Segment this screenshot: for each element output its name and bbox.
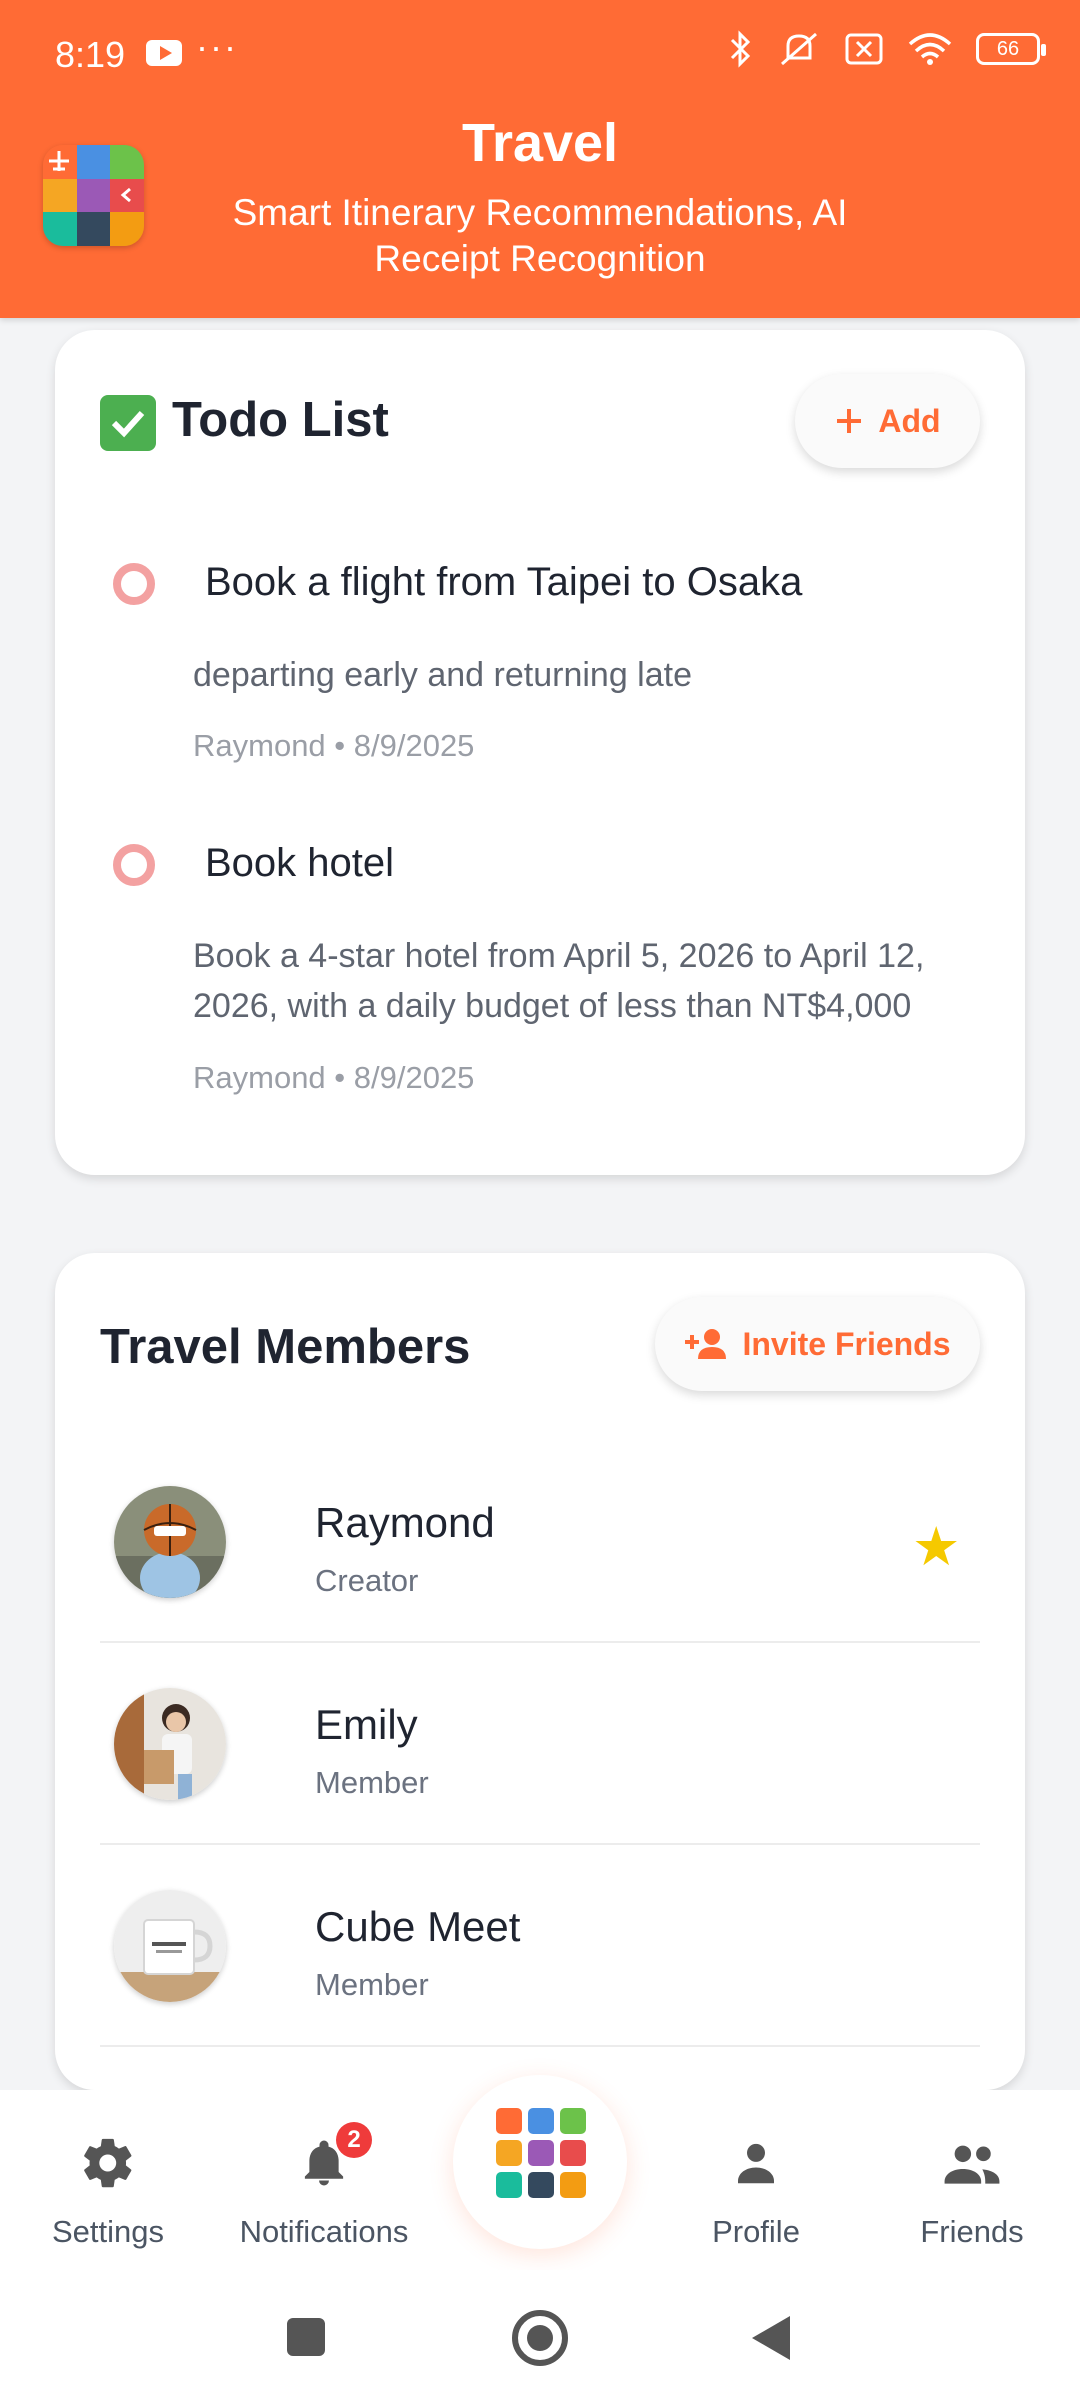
members-card-title: Travel Members — [100, 1320, 471, 1374]
app-header: 8:19 ··· 66 Travel Smart Itinerary Recom… — [0, 0, 1080, 318]
member-role: Member — [315, 1765, 429, 1800]
nav-profile-label: Profile — [712, 2214, 800, 2249]
system-nav-bar — [0, 2270, 1080, 2400]
todo-item-title: Book a flight from Taipei to Osaka — [205, 560, 803, 604]
member-role: Member — [315, 1967, 429, 2002]
add-todo-button[interactable]: Add — [795, 374, 980, 468]
nav-friends[interactable]: Friends — [864, 2090, 1080, 2270]
divider — [100, 2045, 980, 2047]
nav-settings[interactable]: Settings — [0, 2090, 216, 2270]
status-icons: 66 — [728, 30, 1046, 68]
more-notifications-icon: ··· — [196, 26, 238, 67]
todo-item-meta: Raymond • 8/9/2025 — [193, 1060, 475, 1095]
notification-badge: 2 — [336, 2122, 372, 2158]
nav-friends-label: Friends — [920, 2214, 1024, 2249]
avatar — [114, 1890, 226, 2002]
nav-notifications[interactable]: 2 Notifications — [216, 2090, 432, 2270]
battery-icon: 66 — [976, 33, 1046, 65]
check-icon — [100, 395, 156, 452]
add-todo-label: Add — [878, 402, 941, 439]
member-name: Raymond — [315, 1499, 495, 1546]
home-apps-button[interactable] — [453, 2075, 627, 2249]
nav-settings-label: Settings — [51, 2214, 164, 2249]
chevron-left-icon — [110, 178, 144, 213]
member-row[interactable]: Raymond Creator ★ — [100, 1453, 980, 1655]
home-button[interactable] — [512, 2310, 568, 2366]
bluetooth-icon — [730, 30, 751, 68]
member-role: Creator — [315, 1563, 419, 1598]
todo-checkbox[interactable] — [113, 844, 155, 886]
status-time: 8:19 — [55, 34, 126, 75]
todo-card-title: Todo List — [100, 392, 389, 452]
star-icon: ★ — [912, 1517, 961, 1577]
apps-grid-icon — [496, 2108, 586, 2198]
youtube-icon — [146, 40, 182, 66]
members-card: Travel Members Invite Friends Raymond Cr… — [55, 1253, 1025, 2090]
recent-apps-button[interactable] — [287, 2318, 325, 2356]
todo-item-title: Book hotel — [205, 841, 395, 885]
avatar — [114, 1486, 226, 1598]
todo-title-text: Todo List — [172, 393, 389, 447]
gear-icon — [84, 2138, 132, 2188]
status-bar: 8:19 ··· 66 — [0, 0, 1080, 110]
friends-icon — [944, 2145, 1000, 2184]
back-button[interactable] — [752, 2316, 790, 2360]
mute-icon — [781, 32, 817, 66]
invite-friends-label: Invite Friends — [742, 1325, 951, 1362]
todo-item-description: departing early and returning late — [193, 656, 692, 694]
invite-friends-button[interactable]: Invite Friends — [655, 1297, 980, 1391]
no-sim-icon — [845, 33, 883, 65]
member-name: Cube Meet — [315, 1903, 521, 1950]
todo-item-description: Book a 4-star hotel from April 5, 2026 t… — [193, 937, 925, 1025]
nav-profile[interactable]: Profile — [648, 2090, 864, 2270]
nav-notifications-label: Notifications — [239, 2214, 409, 2249]
person-icon — [738, 2143, 774, 2184]
todo-checkbox[interactable] — [113, 563, 155, 605]
avatar — [114, 1688, 226, 1800]
page-subtitle: Smart Itinerary Recommendations, AI Rece… — [232, 192, 848, 279]
plus-icon — [837, 409, 862, 433]
page-title: Travel — [461, 113, 619, 173]
member-row[interactable]: Emily Member — [100, 1643, 980, 1845]
member-name: Emily — [315, 1701, 418, 1748]
add-person-icon — [685, 1329, 727, 1359]
todo-card: Todo List Add Book a flight from Taipei … — [55, 330, 1025, 1175]
wifi-icon — [908, 33, 952, 65]
member-row[interactable]: Cube Meet Member — [100, 1845, 980, 2047]
todo-item-meta: Raymond • 8/9/2025 — [193, 728, 475, 763]
